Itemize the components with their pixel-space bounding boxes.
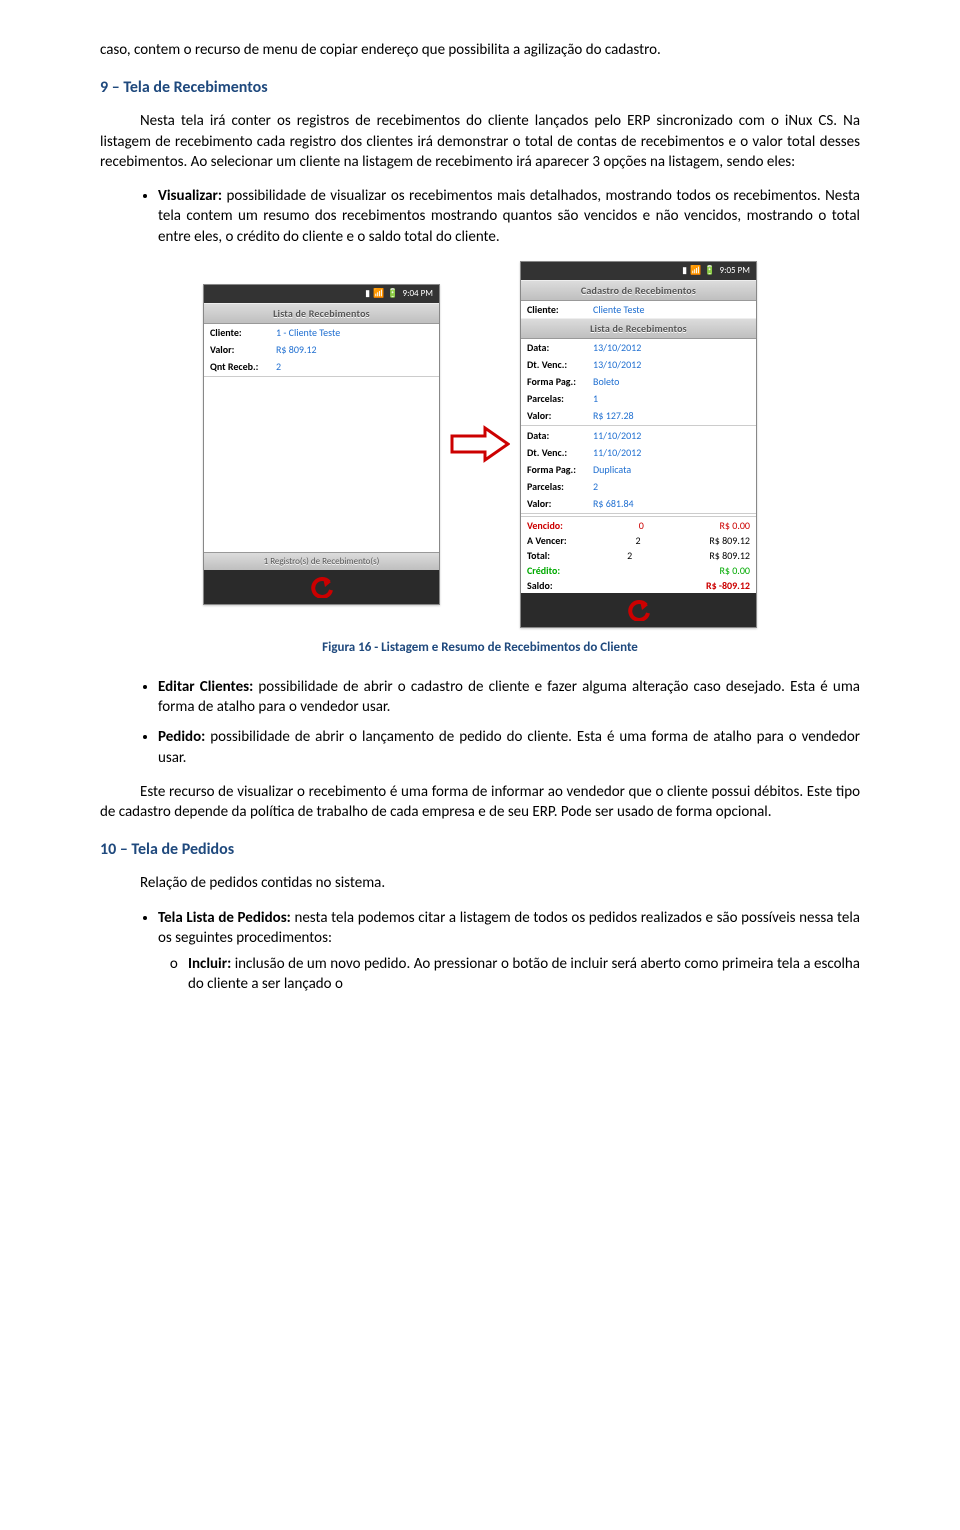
e2-parc-lbl: Parcelas:: [527, 480, 593, 493]
subbullet-incluir-text: inclusão de um novo pedido. Ao pressiona…: [188, 955, 860, 993]
titlebar-right-1: Cadastro de Recebimentos: [521, 280, 756, 301]
section10-paragraph: Relação de pedidos contidas no sistema.: [100, 873, 860, 893]
titlebar-left: Lista de Recebimentos: [204, 303, 439, 324]
figure16-caption: Figura 16 - Listagem e Resumo de Recebim…: [100, 640, 860, 655]
bullet-lista-label: Tela Lista de Pedidos:: [158, 909, 291, 927]
s-venc-val: R$ 0.00: [720, 519, 751, 532]
s-total-qty: 2: [627, 549, 632, 562]
section9-paragraph: Nesta tela irá conter os registros de re…: [100, 111, 860, 172]
s-venc-lbl: Vencido:: [527, 519, 563, 532]
s-venc-qty: 0: [639, 519, 644, 532]
btnbar-right: [521, 593, 756, 627]
statusbar-left: ▮ 📶 🔋 9:04 PM: [204, 285, 439, 303]
bullet-lista-pedidos: Tela Lista de Pedidos: nesta tela podemo…: [158, 908, 860, 995]
section10-heading: 10 – Tela de Pedidos: [100, 840, 860, 859]
val-cliente: 1 - Cliente Teste: [276, 326, 340, 339]
e1-valor-val: R$ 127.28: [593, 409, 634, 422]
phone-left: ▮ 📶 🔋 9:04 PM Lista de Recebimentos Clie…: [203, 284, 440, 605]
bullet-pedido-label: Pedido:: [158, 728, 205, 746]
val-qnt: 2: [276, 360, 281, 373]
e1-data-lbl: Data:: [527, 341, 593, 354]
val-cliente-r: Cliente Teste: [593, 303, 645, 316]
e1-parc-val: 1: [593, 392, 598, 405]
btnbar-left: [204, 570, 439, 604]
e2-forma-lbl: Forma Pag.:: [527, 463, 593, 476]
intro-paragraph: caso, contem o recurso de menu de copiar…: [100, 40, 860, 60]
statusbar-right: ▮ 📶 🔋 9:05 PM: [521, 262, 756, 280]
lbl-qnt: Qnt Receb.:: [210, 360, 276, 373]
e2-forma-val: Duplicata: [593, 463, 631, 476]
bullet-pedido-text: possibilidade de abrir o lançamento de p…: [158, 728, 860, 766]
titlebar-right-2: Lista de Recebimentos: [521, 318, 756, 339]
s-total-lbl: Total:: [527, 549, 550, 562]
clock-left: 9:04 PM: [403, 288, 433, 299]
undo-icon[interactable]: [626, 599, 652, 621]
row-cliente: Cliente:1 - Cliente Teste: [204, 324, 439, 341]
summary-table: Vencido: 0 R$ 0.00 A Vencer: 2 R$ 809.12 Tot…: [521, 515, 756, 593]
e2-parc-val: 2: [593, 480, 598, 493]
bullet-editar-label: Editar Clientes:: [158, 678, 253, 696]
e1-data-val: 13/10/2012: [593, 341, 641, 354]
row-qnt: Qnt Receb.:2: [204, 358, 439, 375]
signal-bars-icon: 📶: [373, 288, 384, 299]
bullet-pedido: Pedido: possibilidade de abrir o lançame…: [158, 727, 860, 768]
s-avencer-val: R$ 809.12: [709, 534, 750, 547]
undo-icon[interactable]: [309, 576, 335, 598]
bullet-editar-text: possibilidade de abrir o cadastro de cli…: [158, 678, 860, 716]
clock-right: 9:05 PM: [720, 265, 750, 276]
e1-venc-val: 13/10/2012: [593, 358, 641, 371]
subbullet-incluir: Incluir: inclusão de um novo pedido. Ao …: [188, 954, 860, 995]
bullet-visualizar: Visualizar: possibilidade de visualizar …: [158, 186, 860, 247]
footerbar-left: 1 Registro(s) de Recebimento(s): [204, 552, 439, 570]
e2-venc-val: 11/10/2012: [593, 446, 641, 459]
arrow-right-icon: [450, 424, 510, 464]
lbl-valor: Valor:: [210, 343, 276, 356]
phone-right: ▮ 📶 🔋 9:05 PM Cadastro de Recebimentos C…: [520, 261, 757, 628]
e1-valor-lbl: Valor:: [527, 409, 593, 422]
e1-parc-lbl: Parcelas:: [527, 392, 593, 405]
bullet-visualizar-label: Visualizar:: [158, 187, 222, 205]
s-cred-val: R$ 0.00: [719, 564, 750, 577]
section9-closing: Este recurso de visualizar o recebimento…: [100, 782, 860, 823]
figure-phones: ▮ 📶 🔋 9:04 PM Lista de Recebimentos Clie…: [100, 261, 860, 628]
signal-3g-icon: ▮: [682, 265, 687, 276]
e2-data-val: 11/10/2012: [593, 429, 641, 442]
e1-forma-val: Boleto: [593, 375, 619, 388]
e2-valor-lbl: Valor:: [527, 497, 593, 510]
s-cred-lbl: Crédito:: [527, 564, 560, 577]
row-cliente-r: Cliente:Cliente Teste: [521, 301, 756, 318]
subbullet-incluir-label: Incluir:: [188, 955, 231, 973]
lbl-cliente-r: Cliente:: [527, 303, 593, 316]
bullet-editar: Editar Clientes: possibilidade de abrir …: [158, 677, 860, 718]
section9-heading: 9 – Tela de Recebimentos: [100, 78, 860, 97]
s-saldo-val: R$ -809.12: [706, 579, 750, 592]
signal-icons-r: ▮ 📶 🔋: [682, 265, 715, 276]
signal-3g-icon: ▮: [365, 288, 370, 299]
s-avencer-lbl: A Vencer:: [527, 534, 567, 547]
e2-data-lbl: Data:: [527, 429, 593, 442]
lbl-cliente: Cliente:: [210, 326, 276, 339]
val-valor: R$ 809.12: [276, 343, 317, 356]
e1-venc-lbl: Dt. Venc.:: [527, 358, 593, 371]
e2-venc-lbl: Dt. Venc.:: [527, 446, 593, 459]
s-total-val: R$ 809.12: [709, 549, 750, 562]
battery-icon: 🔋: [387, 288, 398, 299]
s-saldo-lbl: Saldo:: [527, 579, 553, 592]
e1-forma-lbl: Forma Pag.:: [527, 375, 593, 388]
signal-bars-icon: 📶: [690, 265, 701, 276]
signal-icons: ▮ 📶 🔋: [365, 288, 398, 299]
row-valor: Valor:R$ 809.12: [204, 341, 439, 358]
s-avencer-qty: 2: [635, 534, 640, 547]
bullet-visualizar-text: possibilidade de visualizar os recebimen…: [158, 187, 860, 246]
e2-valor-val: R$ 681.84: [593, 497, 634, 510]
battery-icon: 🔋: [704, 265, 715, 276]
